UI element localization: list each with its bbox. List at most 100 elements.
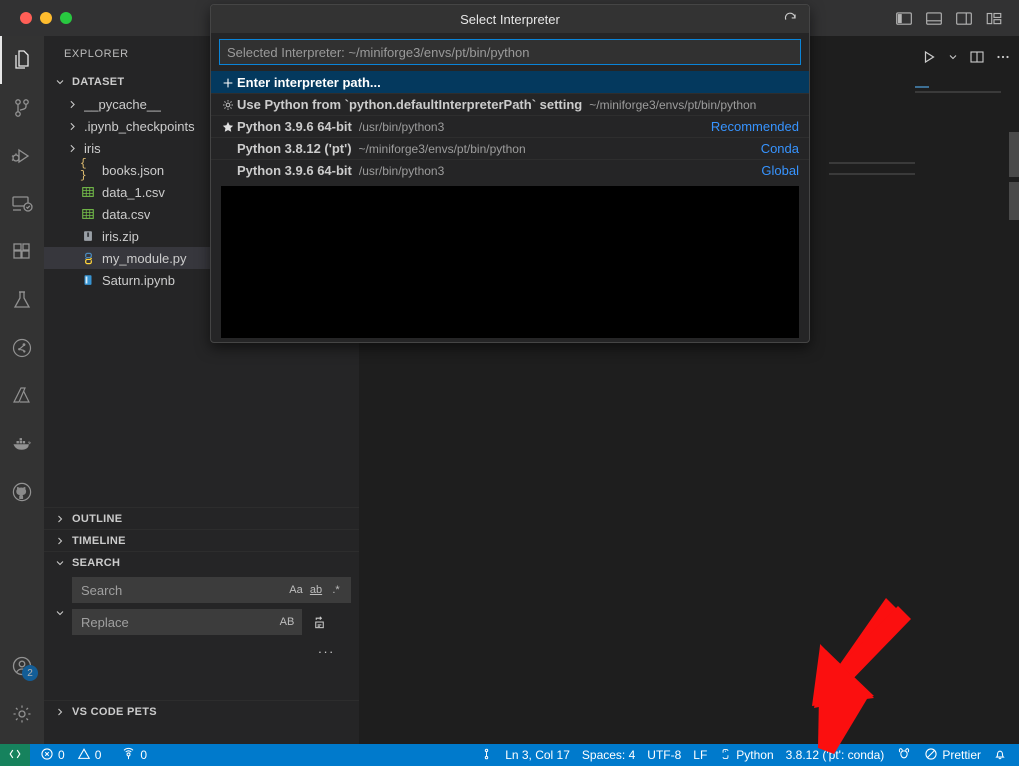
notifications[interactable] <box>987 744 1019 766</box>
status-bar: 0 0 0 Ln 3, Col 17 Spaces: 4 UTF-8 LF Py… <box>0 744 1019 766</box>
section-header-timeline[interactable]: TIMELINE <box>44 529 359 551</box>
section-label-dataset: DATASET <box>72 76 125 88</box>
azure-icon <box>10 384 34 408</box>
gear-icon <box>219 98 237 112</box>
editor-eol-label: LF <box>693 748 708 762</box>
play-icon[interactable] <box>921 49 937 70</box>
file-tree-item-label: books.json <box>102 162 165 178</box>
source-control-branch[interactable] <box>474 744 499 766</box>
sidebar-item-explorer[interactable] <box>0 36 44 84</box>
file-tree-item-label: __pycache__ <box>84 96 162 112</box>
interpreter-list: Enter interpreter path... Use Python from… <box>211 71 809 181</box>
editor-language[interactable]: Python <box>713 744 779 766</box>
minimize-window-button[interactable] <box>40 12 52 24</box>
error-icon <box>40 747 54 764</box>
sidebar-item-run-debug[interactable] <box>0 132 44 180</box>
notebook-icon <box>80 272 96 288</box>
section-header-vscode-pets[interactable]: VS CODE PETS <box>44 700 359 722</box>
json-icon: { } <box>80 158 87 182</box>
sidebar-item-source-control[interactable] <box>0 84 44 132</box>
editor-scrollbar[interactable] <box>1009 108 1019 268</box>
file-tree-item-label: iris.zip <box>102 228 139 244</box>
sidebar-item-remote-explorer[interactable] <box>0 180 44 228</box>
chevron-right-icon <box>64 96 80 112</box>
match-whole-word-icon[interactable]: ab <box>306 580 326 600</box>
chevron-right-icon <box>64 140 80 156</box>
preserve-case-icon[interactable]: AB <box>277 612 297 632</box>
file-tree-item-label: data.csv <box>102 206 151 222</box>
sidebar-item-jupyter[interactable] <box>0 324 44 372</box>
interpreter-list-item[interactable]: Python 3.9.6 64-bit/usr/bin/python3 Globa… <box>211 159 809 181</box>
interpreter-list-item[interactable]: Use Python from `python.defaultInterpret… <box>211 93 809 115</box>
chevron-right-icon <box>64 118 80 134</box>
interpreter-list-item[interactable]: Python 3.9.6 64-bit/usr/bin/python3 Recom… <box>211 115 809 137</box>
split-editor-icon[interactable] <box>969 49 985 70</box>
file-tree-item-label: my_module.py <box>102 250 187 266</box>
beaker-icon <box>10 288 34 312</box>
section-header-outline[interactable]: OUTLINE <box>44 507 359 529</box>
editor-eol[interactable]: LF <box>687 744 713 766</box>
csv-icon <box>80 184 96 200</box>
jupyter-icon <box>10 336 34 360</box>
toggle-panel-icon[interactable] <box>925 9 943 27</box>
ports-count[interactable]: 0 <box>115 744 153 766</box>
use-regex-icon[interactable]: .* <box>326 580 346 600</box>
remote-indicator[interactable] <box>0 744 30 766</box>
file-tree-item-label: Saturn.ipynb <box>102 272 175 288</box>
plus-icon <box>219 76 237 90</box>
pets-icon <box>896 746 912 764</box>
customize-layout-icon[interactable] <box>985 9 1003 27</box>
scrollbar-thumb-secondary[interactable] <box>1009 182 1019 220</box>
search-more-actions[interactable]: ... <box>52 641 351 656</box>
editor-minimap[interactable] <box>915 86 1001 98</box>
editor-encoding-label: UTF-8 <box>647 748 682 762</box>
match-case-icon[interactable]: Aa <box>286 580 306 600</box>
interpreter-list-item[interactable]: Enter interpreter path... <box>211 71 809 93</box>
vscode-pets[interactable] <box>890 744 918 766</box>
close-window-button[interactable] <box>20 12 32 24</box>
python-icon <box>719 747 732 764</box>
sidebar-item-azure[interactable] <box>0 372 44 420</box>
interpreter-list-item[interactable]: Python 3.8.12 ('pt') ~/miniforge3/envs/pt… <box>211 137 809 159</box>
zoom-window-button[interactable] <box>60 12 72 24</box>
docker-icon <box>10 432 34 456</box>
prettier-status[interactable]: Prettier <box>918 744 987 766</box>
chevron-right-icon <box>52 704 68 720</box>
remote-icon <box>10 192 34 216</box>
editor-indentation-label: Spaces: 4 <box>581 748 636 762</box>
replace-all-icon[interactable] <box>306 609 332 635</box>
warnings-count[interactable]: 0 <box>71 744 108 766</box>
search-input[interactable]: Search Aa ab .* <box>72 577 351 603</box>
chevron-right-icon <box>52 511 68 527</box>
refresh-icon[interactable] <box>781 10 799 28</box>
toggle-replace-icon[interactable] <box>52 601 68 625</box>
python-interpreter[interactable]: 3.8.12 ('pt': conda) <box>780 744 891 766</box>
sidebar-item-extensions[interactable] <box>0 228 44 276</box>
scrollbar-thumb[interactable] <box>1009 132 1019 177</box>
editor-encoding[interactable]: UTF-8 <box>641 744 687 766</box>
dialog-input-wrap: Selected Interpreter: ~/miniforge3/envs/… <box>211 33 809 65</box>
interpreter-item-label: Python 3.9.6 64-bit <box>237 119 352 134</box>
editor-position[interactable]: Ln 3, Col 17 <box>499 744 576 766</box>
search-input-placeholder: Search <box>81 582 123 598</box>
interpreter-item-label: Python 3.8.12 ('pt') <box>237 141 352 156</box>
sidebar-item-github[interactable] <box>0 468 44 516</box>
sidebar-item-docker[interactable] <box>0 420 44 468</box>
zip-icon <box>80 228 96 244</box>
editor-indentation[interactable]: Spaces: 4 <box>576 744 641 766</box>
errors-count[interactable]: 0 <box>30 744 71 766</box>
interpreter-item-description: ~/miniforge3/envs/pt/bin/python <box>358 141 526 156</box>
replace-input[interactable]: Replace AB <box>72 609 302 635</box>
section-header-search[interactable]: SEARCH <box>44 551 359 573</box>
errors-count-label: 0 <box>58 748 65 762</box>
ellipsis-icon[interactable] <box>995 49 1011 70</box>
interpreter-search-input[interactable]: Selected Interpreter: ~/miniforge3/envs/… <box>219 39 801 65</box>
vscode-window: 2 EXPLORER DATASET __pycache__ .ipynb_che… <box>0 0 1019 766</box>
debug-icon <box>10 144 34 168</box>
manage-settings-button[interactable] <box>0 690 44 738</box>
accounts-button[interactable]: 2 <box>0 642 44 690</box>
sidebar-item-testing[interactable] <box>0 276 44 324</box>
chevron-down-icon[interactable] <box>947 50 959 68</box>
toggle-secondary-sidebar-icon[interactable] <box>955 9 973 27</box>
toggle-primary-sidebar-icon[interactable] <box>895 9 913 27</box>
